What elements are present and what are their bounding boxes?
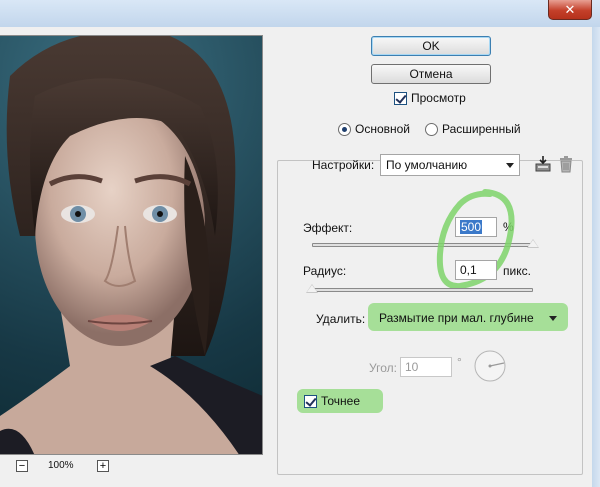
mode-advanced[interactable]: Расширенный (425, 122, 521, 136)
plus-icon: + (99, 460, 107, 472)
radius-slider[interactable] (312, 288, 533, 292)
close-icon: ✕ (564, 1, 576, 17)
remove-label: Удалить: (316, 312, 366, 326)
mode-advanced-label: Расширенный (442, 122, 521, 136)
angle-dial[interactable] (473, 349, 507, 383)
radius-unit: пикс. (503, 264, 531, 278)
window-frame-right (592, 27, 600, 487)
settings-preset-value: По умолчанию (386, 158, 468, 172)
angle-value: 10 (405, 360, 419, 374)
more-accurate-label: Точнее (321, 394, 361, 408)
smart-sharpen-dialog: − 100% + OK Отмена Просмотр Основной Рас… (0, 27, 592, 487)
amount-label-text: Эффект: (303, 221, 353, 235)
zoom-level: 100% (48, 460, 74, 471)
mode-basic[interactable]: Основной (338, 122, 410, 136)
settings-label: Настройки: (312, 158, 375, 172)
chevron-down-icon (549, 316, 557, 321)
save-preset-icon (535, 156, 551, 172)
mode-advanced-radio[interactable] (425, 122, 438, 136)
portrait-image (0, 36, 262, 454)
radius-label: Радиус: (303, 264, 347, 278)
angle-input[interactable]: 10 (400, 357, 452, 377)
preview-toggle[interactable]: Просмотр (394, 91, 466, 105)
zoom-bar: − 100% + (0, 457, 263, 479)
close-button[interactable]: ✕ (548, 0, 592, 20)
trash-icon (560, 156, 572, 173)
more-accurate-checkbox[interactable] (304, 394, 317, 408)
preview-image[interactable] (0, 35, 263, 455)
remove-select[interactable]: Размытие при мал. глубине (373, 307, 563, 329)
ok-button[interactable]: OK (371, 36, 491, 56)
zoom-in-button[interactable]: + (97, 460, 109, 472)
angle-unit: ° (457, 355, 462, 369)
radius-slider-thumb[interactable] (306, 284, 318, 293)
chevron-down-icon (506, 163, 514, 168)
preview-checkbox[interactable] (394, 91, 407, 105)
minus-icon: − (18, 460, 26, 472)
angle-label: Угол: (369, 361, 397, 375)
delete-preset-button[interactable] (557, 155, 575, 173)
radius-input[interactable]: 0,1 (455, 260, 497, 280)
preview-label: Просмотр (411, 91, 466, 105)
settings-preset-select[interactable]: По умолчанию (380, 154, 520, 176)
more-accurate-toggle[interactable]: Точнее (304, 394, 360, 408)
zoom-out-button[interactable]: − (16, 460, 28, 472)
save-preset-button[interactable] (534, 155, 552, 173)
mode-basic-label: Основной (355, 122, 411, 136)
remove-value: Размытие при мал. глубине (379, 311, 534, 325)
mode-basic-radio[interactable] (338, 122, 351, 136)
amount-label: Эффект: (303, 221, 352, 235)
radius-value: 0,1 (460, 263, 477, 277)
cancel-button[interactable]: Отмена (371, 64, 491, 84)
title-bar: ✕ (0, 0, 600, 27)
